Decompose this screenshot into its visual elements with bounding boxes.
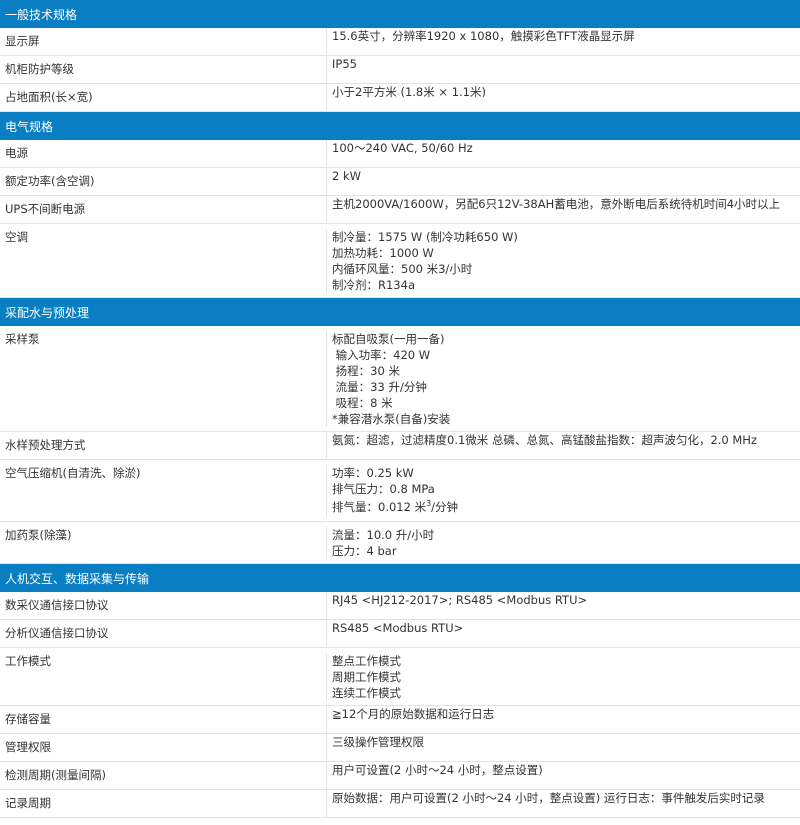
spec-value-line: *兼容潜水泵(自备)安装	[332, 412, 451, 426]
spec-value-line: 氨氮：超滤，过滤精度0.1微米 总磷、总氮、高锰酸盐指数：超声波匀化，2.0 M…	[332, 433, 757, 447]
spec-row: 电源 100～240 VAC, 50/60 Hz	[0, 140, 800, 168]
spec-value: RS485 <Modbus RTU>	[327, 620, 800, 647]
spec-label: UPS不间断电源	[0, 196, 327, 223]
spec-label: 机柜防护等级	[0, 56, 327, 83]
spec-value: 整点工作模式 周期工作模式 连续工作模式	[327, 653, 800, 701]
spec-label: 额定功率(含空调)	[0, 168, 327, 195]
spec-value-line: 功率：0.25 kW	[332, 466, 414, 480]
spec-row: 采样泵 标配自吸泵(一用一备) 输入功率：420 W 扬程：30 米 流量：33 …	[0, 326, 800, 432]
spec-row: 加药泵(除藻) 流量：10.0 升/小时 压力：4 bar	[0, 522, 800, 564]
spec-value-line: 主机2000VA/1600W，另配6只12V-38AH蓄电池，意外断电后系统待机…	[332, 197, 781, 211]
spec-value-line: 周期工作模式	[332, 670, 401, 684]
spec-row: 数采仪通信接口协议 RJ45 <HJ212-2017>; RS485 <Modbu…	[0, 592, 800, 620]
spec-value: 原始数据：用户可设置(2 小时～24 小时，整点设置) 运行日志：事件触发后实时…	[327, 790, 800, 817]
spec-row: 检测周期(测量间隔) 用户可设置(2 小时～24 小时，整点设置)	[0, 762, 800, 790]
spec-label: 空调	[0, 229, 327, 293]
spec-value-line: 压力：4 bar	[332, 544, 397, 558]
spec-value: 流量：10.0 升/小时 压力：4 bar	[327, 527, 800, 559]
spec-value-line: 制冷剂：R134a	[332, 278, 415, 292]
spec-value-line: 输入功率：420 W	[332, 348, 431, 362]
spec-value-line: 15.6英寸，分辨率1920 x 1080，触摸彩色TFT液晶显示屏	[332, 29, 635, 43]
spec-label: 空气压缩机(自清洗、除淤)	[0, 465, 327, 517]
spec-value: 小于2平方米 (1.8米 × 1.1米)	[327, 84, 800, 111]
spec-value: IP55	[327, 56, 800, 83]
spec-value-line: ≧12个月的原始数据和运行日志	[332, 707, 495, 721]
spec-row: 空调 制冷量：1575 W (制冷功耗650 W) 加热功耗：1000 W 内循环风量…	[0, 224, 800, 298]
spec-row: 工作模式 整点工作模式 周期工作模式 连续工作模式	[0, 648, 800, 706]
spec-row: 分析仪通信接口协议 RS485 <Modbus RTU>	[0, 620, 800, 648]
spec-label: 采样泵	[0, 331, 327, 427]
spec-row: 机柜防护等级 IP55	[0, 56, 800, 84]
spec-label: 加药泵(除藻)	[0, 527, 327, 559]
spec-value: 100～240 VAC, 50/60 Hz	[327, 140, 800, 167]
section-header: 采配水与预处理	[0, 298, 800, 326]
spec-value-line: 原始数据：用户可设置(2 小时～24 小时，整点设置) 运行日志：事件触发后实时…	[332, 791, 765, 805]
spec-row: 记录周期 原始数据：用户可设置(2 小时～24 小时，整点设置) 运行日志：事件触…	[0, 790, 800, 818]
spec-row: 占地面积(长×宽) 小于2平方米 (1.8米 × 1.1米)	[0, 84, 800, 112]
spec-value-line: 用户可设置(2 小时～24 小时，整点设置)	[332, 763, 543, 777]
spec-value-line: IP55	[332, 57, 357, 71]
spec-value-line: 排气量：0.012 米3/分钟	[332, 497, 800, 517]
spec-row: 额定功率(含空调) 2 kW	[0, 168, 800, 196]
section-header: 电气规格	[0, 112, 800, 140]
spec-label: 存储容量	[0, 706, 327, 733]
spec-label: 占地面积(长×宽)	[0, 84, 327, 111]
spec-value-line: RS485 <Modbus RTU>	[332, 621, 464, 635]
spec-value-line: 标配自吸泵(一用一备)	[332, 332, 445, 346]
spec-value-line: 流量：10.0 升/小时	[332, 528, 435, 542]
sup-suffix: /分钟	[431, 500, 459, 514]
spec-row: 空气压缩机(自清洗、除淤) 功率：0.25 kW 排气压力：0.8 MPa 排气量：0…	[0, 460, 800, 522]
spec-value: 功率：0.25 kW 排气压力：0.8 MPa 排气量：0.012 米3/分钟	[327, 465, 800, 517]
spec-value-line: 加热功耗：1000 W	[332, 246, 434, 260]
spec-label: 数采仪通信接口协议	[0, 592, 327, 619]
spec-value-line: 流量：33 升/分钟	[332, 380, 427, 394]
spec-value: 标配自吸泵(一用一备) 输入功率：420 W 扬程：30 米 流量：33 升/分…	[327, 331, 800, 427]
spec-value: 主机2000VA/1600W，另配6只12V-38AH蓄电池，意外断电后系统待机…	[327, 196, 800, 223]
spec-value: RJ45 <HJ212-2017>; RS485 <Modbus RTU>	[327, 592, 800, 619]
spec-label: 电源	[0, 140, 327, 167]
spec-value-line: RJ45 <HJ212-2017>; RS485 <Modbus RTU>	[332, 593, 588, 607]
spec-label: 分析仪通信接口协议	[0, 620, 327, 647]
spec-value-line: 吸程：8 米	[332, 396, 393, 410]
spec-value: 氨氮：超滤，过滤精度0.1微米 总磷、总氮、高锰酸盐指数：超声波匀化，2.0 M…	[327, 432, 800, 459]
spec-label: 水样预处理方式	[0, 432, 327, 459]
spec-label: 工作模式	[0, 653, 327, 701]
spec-row: 存储容量 ≧12个月的原始数据和运行日志	[0, 706, 800, 734]
spec-value: ≧12个月的原始数据和运行日志	[327, 706, 800, 733]
spec-row: 水样预处理方式 氨氮：超滤，过滤精度0.1微米 总磷、总氮、高锰酸盐指数：超声波匀…	[0, 432, 800, 460]
spec-value-line: 排气压力：0.8 MPa	[332, 482, 435, 496]
spec-value-line: 扬程：30 米	[332, 364, 400, 378]
spec-value: 用户可设置(2 小时～24 小时，整点设置)	[327, 762, 800, 789]
spec-table: 一般技术规格 显示屏 15.6英寸，分辨率1920 x 1080，触摸彩色TFT液晶…	[0, 0, 800, 818]
spec-value-line: 100～240 VAC, 50/60 Hz	[332, 141, 473, 155]
spec-value-line: 三级操作管理权限	[332, 735, 424, 749]
spec-value: 2 kW	[327, 168, 800, 195]
spec-row: UPS不间断电源 主机2000VA/1600W，另配6只12V-38AH蓄电池，意…	[0, 196, 800, 224]
section-header: 一般技术规格	[0, 0, 800, 28]
spec-label: 检测周期(测量间隔)	[0, 762, 327, 789]
spec-row: 显示屏 15.6英寸，分辨率1920 x 1080，触摸彩色TFT液晶显示屏	[0, 28, 800, 56]
spec-value-line: 2 kW	[332, 169, 362, 183]
spec-label: 显示屏	[0, 28, 327, 55]
spec-value-line: 整点工作模式	[332, 654, 401, 668]
spec-value-line: 制冷量：1575 W (制冷功耗650 W)	[332, 230, 518, 244]
spec-row: 管理权限 三级操作管理权限	[0, 734, 800, 762]
spec-value: 制冷量：1575 W (制冷功耗650 W) 加热功耗：1000 W 内循环风量：5…	[327, 229, 800, 293]
section-header: 人机交互、数据采集与传输	[0, 564, 800, 592]
spec-value-line: 小于2平方米 (1.8米 × 1.1米)	[332, 85, 486, 99]
spec-value: 三级操作管理权限	[327, 734, 800, 761]
spec-label: 记录周期	[0, 790, 327, 817]
spec-label: 管理权限	[0, 734, 327, 761]
spec-value-line: 连续工作模式	[332, 686, 401, 700]
sup-prefix: 排气量：0.012 米	[332, 500, 427, 514]
spec-value: 15.6英寸，分辨率1920 x 1080，触摸彩色TFT液晶显示屏	[327, 28, 800, 55]
spec-value-line: 内循环风量：500 米3/小时	[332, 262, 473, 276]
